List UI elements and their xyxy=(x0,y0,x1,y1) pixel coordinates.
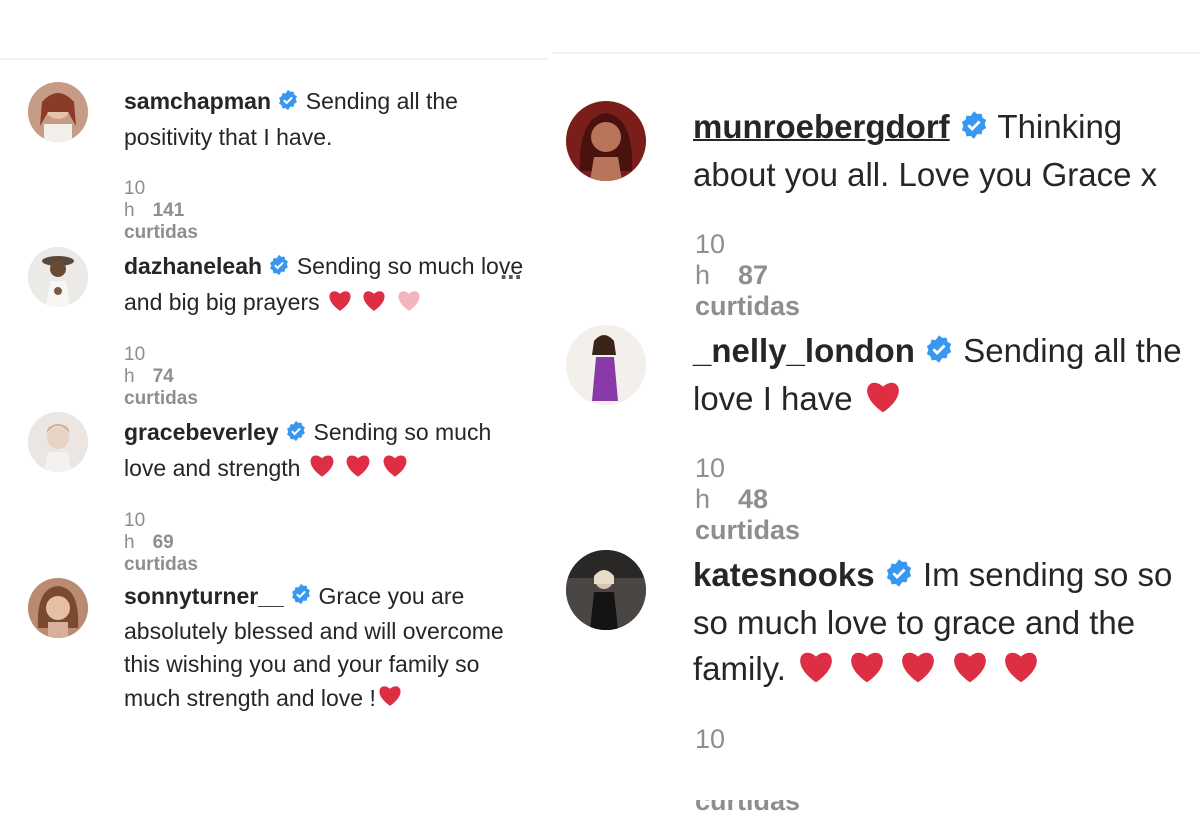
heart-icon xyxy=(795,648,837,696)
avatar[interactable] xyxy=(566,325,646,405)
divider xyxy=(552,52,1200,54)
verified-badge-icon xyxy=(268,251,290,285)
comment-time[interactable]: 10 h xyxy=(124,510,145,553)
comment-likes[interactable]: 87 curtidas xyxy=(695,260,800,321)
heart-icon xyxy=(376,683,404,717)
heart-icon xyxy=(343,452,373,487)
avatar[interactable] xyxy=(566,550,646,630)
comment-username[interactable]: _nelly_london xyxy=(693,332,915,369)
comment-username[interactable]: sonnyturner__ xyxy=(124,583,284,609)
comment-username[interactable]: dazhaneleah xyxy=(124,253,262,279)
comment-username[interactable]: gracebeverley xyxy=(124,419,279,445)
comment-time[interactable]: 10 h xyxy=(124,344,145,387)
comment-likes[interactable]: 141 curtidas xyxy=(124,200,198,243)
heart-icon xyxy=(380,452,410,487)
heart-icon xyxy=(897,648,939,696)
heart-icon xyxy=(326,287,354,321)
ellipsis-more-icon[interactable]: ... xyxy=(500,255,522,286)
verified-badge-icon xyxy=(884,554,914,600)
comment-likes[interactable]: 69 curtidas xyxy=(124,532,198,575)
verified-badge-icon xyxy=(924,330,954,376)
comment-likes[interactable]: 74 curtidas xyxy=(124,366,198,409)
avatar[interactable] xyxy=(28,82,88,142)
heart-icon xyxy=(846,648,888,696)
comment-likes[interactable]: 48 curtidas xyxy=(695,484,800,545)
comment-time[interactable]: 10 h xyxy=(695,229,725,290)
crop-mask xyxy=(0,745,548,800)
verified-badge-icon xyxy=(959,106,989,152)
divider xyxy=(0,58,548,60)
heart-icon xyxy=(1000,648,1042,696)
verified-badge-icon xyxy=(290,581,312,615)
heart-icon xyxy=(395,287,423,321)
avatar[interactable] xyxy=(566,101,646,181)
heart-icon xyxy=(949,648,991,696)
avatar[interactable] xyxy=(28,578,88,638)
crop-mask xyxy=(552,748,1200,800)
heart-icon xyxy=(307,452,337,487)
comment-username[interactable]: katesnooks xyxy=(693,556,875,593)
comment-username[interactable]: samchapman xyxy=(124,88,271,114)
verified-badge-icon xyxy=(285,417,307,451)
heart-icon xyxy=(360,287,388,321)
avatar[interactable] xyxy=(28,247,88,307)
avatar[interactable] xyxy=(28,412,88,472)
comment-time[interactable]: 10 h xyxy=(695,453,725,514)
heart-icon xyxy=(862,378,904,426)
comment-username[interactable]: munroebergdorf xyxy=(693,108,950,145)
comment-time[interactable]: 10 h xyxy=(124,178,145,221)
verified-badge-icon xyxy=(277,86,299,120)
